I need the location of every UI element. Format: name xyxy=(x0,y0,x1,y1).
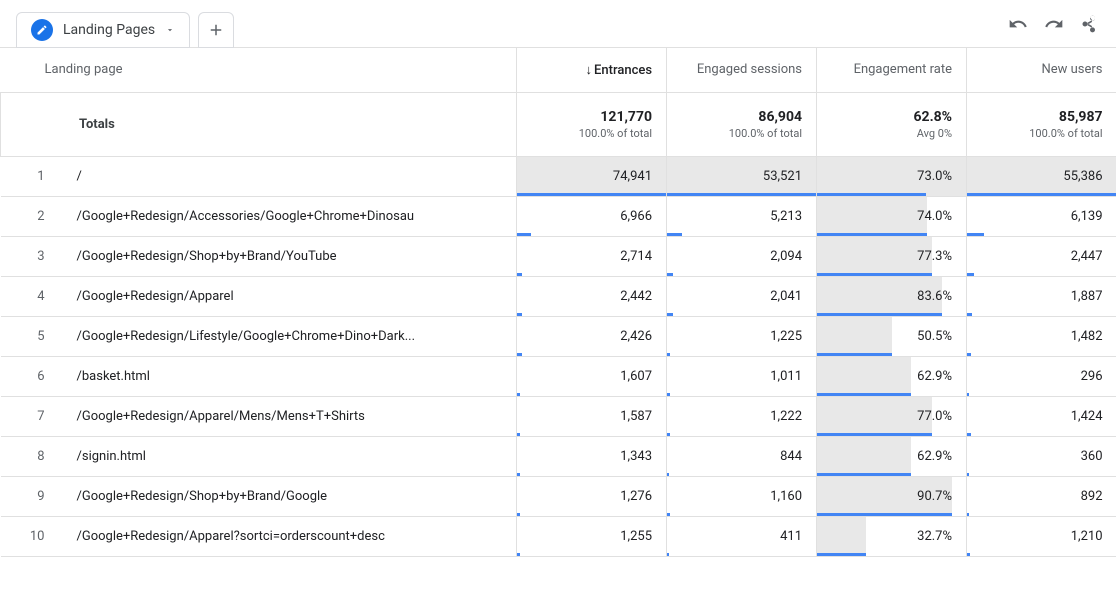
cell-new-users: 296 xyxy=(967,356,1116,396)
cell-engaged-sessions: 1,160 xyxy=(667,476,817,516)
cell-new-users: 360 xyxy=(967,436,1116,476)
landing-page-path[interactable]: / xyxy=(63,156,517,196)
cell-engaged-sessions: 844 xyxy=(667,436,817,476)
table-row[interactable]: 9/Google+Redesign/Shop+by+Brand/Google1,… xyxy=(1,476,1116,516)
cell-engaged-sessions: 2,041 xyxy=(667,276,817,316)
landing-page-path[interactable]: /Google+Redesign/Lifestyle/Google+Chrome… xyxy=(63,316,517,356)
landing-page-path[interactable]: /Google+Redesign/Shop+by+Brand/Google xyxy=(63,476,517,516)
table-row[interactable]: 4/Google+Redesign/Apparel2,4422,04183.6%… xyxy=(1,276,1116,316)
cell-engaged-sessions: 1,222 xyxy=(667,396,817,436)
cell-entrances: 2,442 xyxy=(517,276,667,316)
landing-page-path[interactable]: /Google+Redesign/Accessories/Google+Chro… xyxy=(63,196,517,236)
row-index: 4 xyxy=(1,276,63,316)
col-landing-page[interactable]: Landing page xyxy=(1,48,517,92)
cell-engagement-rate: 77.0% xyxy=(817,396,967,436)
caret-down-icon[interactable] xyxy=(165,25,175,35)
col-entrances[interactable]: ↓Entrances xyxy=(517,48,667,92)
cell-entrances: 1,587 xyxy=(517,396,667,436)
table-row[interactable]: 7/Google+Redesign/Apparel/Mens/Mens+T+Sh… xyxy=(1,396,1116,436)
col-engaged-sessions[interactable]: Engaged sessions xyxy=(667,48,817,92)
row-index: 1 xyxy=(1,156,63,196)
cell-engagement-rate: 73.0% xyxy=(817,156,967,196)
cell-entrances: 74,941 xyxy=(517,156,667,196)
cell-entrances: 1,343 xyxy=(517,436,667,476)
row-index: 10 xyxy=(1,516,63,556)
row-index: 7 xyxy=(1,396,63,436)
cell-new-users: 1,887 xyxy=(967,276,1116,316)
table-row[interactable]: 10/Google+Redesign/Apparel?sortci=orders… xyxy=(1,516,1116,556)
tab-landing-pages[interactable]: Landing Pages xyxy=(16,12,190,48)
row-index: 2 xyxy=(1,196,63,236)
row-index: 8 xyxy=(1,436,63,476)
cell-new-users: 1,424 xyxy=(967,396,1116,436)
tab-title: Landing Pages xyxy=(63,22,155,38)
cell-engagement-rate: 50.5% xyxy=(817,316,967,356)
cell-new-users: 1,482 xyxy=(967,316,1116,356)
sort-descending-icon: ↓ xyxy=(586,63,593,78)
add-tab-button[interactable] xyxy=(198,12,234,48)
col-engagement-rate[interactable]: Engagement rate xyxy=(817,48,967,92)
undo-button[interactable] xyxy=(1000,6,1036,42)
cell-engagement-rate: 77.3% xyxy=(817,236,967,276)
cell-new-users: 55,386 xyxy=(967,156,1116,196)
pencil-icon xyxy=(31,19,53,41)
col-new-users[interactable]: New users xyxy=(967,48,1116,92)
table-row[interactable]: 8/signin.html1,34384462.9%360 xyxy=(1,436,1116,476)
cell-new-users: 6,139 xyxy=(967,196,1116,236)
cell-engagement-rate: 62.9% xyxy=(817,356,967,396)
table-row[interactable]: 3/Google+Redesign/Shop+by+Brand/YouTube2… xyxy=(1,236,1116,276)
cell-entrances: 2,426 xyxy=(517,316,667,356)
cell-engagement-rate: 90.7% xyxy=(817,476,967,516)
table-row[interactable]: 1/74,94153,52173.0%55,386 xyxy=(1,156,1116,196)
table-row[interactable]: 6/basket.html1,6071,01162.9%296 xyxy=(1,356,1116,396)
landing-page-path[interactable]: /signin.html xyxy=(63,436,517,476)
tab-bar: Landing Pages xyxy=(0,0,1116,48)
cell-engaged-sessions: 1,225 xyxy=(667,316,817,356)
totals-engaged: 86,904100.0% of total xyxy=(667,92,817,156)
row-index: 9 xyxy=(1,476,63,516)
landing-page-path[interactable]: /Google+Redesign/Apparel?sortci=ordersco… xyxy=(63,516,517,556)
landing-pages-table: Landing page ↓Entrances Engaged sessions… xyxy=(0,48,1116,557)
cell-engagement-rate: 83.6% xyxy=(817,276,967,316)
redo-button[interactable] xyxy=(1036,6,1072,42)
table-row[interactable]: 5/Google+Redesign/Lifestyle/Google+Chrom… xyxy=(1,316,1116,356)
cell-engagement-rate: 74.0% xyxy=(817,196,967,236)
cell-engagement-rate: 62.9% xyxy=(817,436,967,476)
cell-new-users: 2,447 xyxy=(967,236,1116,276)
table-row[interactable]: 2/Google+Redesign/Accessories/Google+Chr… xyxy=(1,196,1116,236)
landing-page-path[interactable]: /Google+Redesign/Shop+by+Brand/YouTube xyxy=(63,236,517,276)
cell-entrances: 6,966 xyxy=(517,196,667,236)
cell-engaged-sessions: 411 xyxy=(667,516,817,556)
cell-engaged-sessions: 5,213 xyxy=(667,196,817,236)
cell-engaged-sessions: 2,094 xyxy=(667,236,817,276)
row-index: 6 xyxy=(1,356,63,396)
totals-entrances: 121,770100.0% of total xyxy=(517,92,667,156)
share-icon[interactable] xyxy=(1072,6,1108,42)
cell-new-users: 1,210 xyxy=(967,516,1116,556)
row-index: 5 xyxy=(1,316,63,356)
cell-new-users: 892 xyxy=(967,476,1116,516)
cell-entrances: 1,276 xyxy=(517,476,667,516)
cell-engaged-sessions: 53,521 xyxy=(667,156,817,196)
cell-entrances: 1,607 xyxy=(517,356,667,396)
totals-rate: 62.8%Avg 0% xyxy=(817,92,967,156)
cell-entrances: 2,714 xyxy=(517,236,667,276)
totals-label: Totals xyxy=(1,92,517,156)
totals-row: Totals 121,770100.0% of total 86,904100.… xyxy=(1,92,1116,156)
table-header-row: Landing page ↓Entrances Engaged sessions… xyxy=(1,48,1116,92)
totals-newusers: 85,987100.0% of total xyxy=(967,92,1116,156)
cell-engaged-sessions: 1,011 xyxy=(667,356,817,396)
landing-page-path[interactable]: /Google+Redesign/Apparel xyxy=(63,276,517,316)
landing-page-path[interactable]: /basket.html xyxy=(63,356,517,396)
row-index: 3 xyxy=(1,236,63,276)
landing-page-path[interactable]: /Google+Redesign/Apparel/Mens/Mens+T+Shi… xyxy=(63,396,517,436)
cell-engagement-rate: 32.7% xyxy=(817,516,967,556)
cell-entrances: 1,255 xyxy=(517,516,667,556)
